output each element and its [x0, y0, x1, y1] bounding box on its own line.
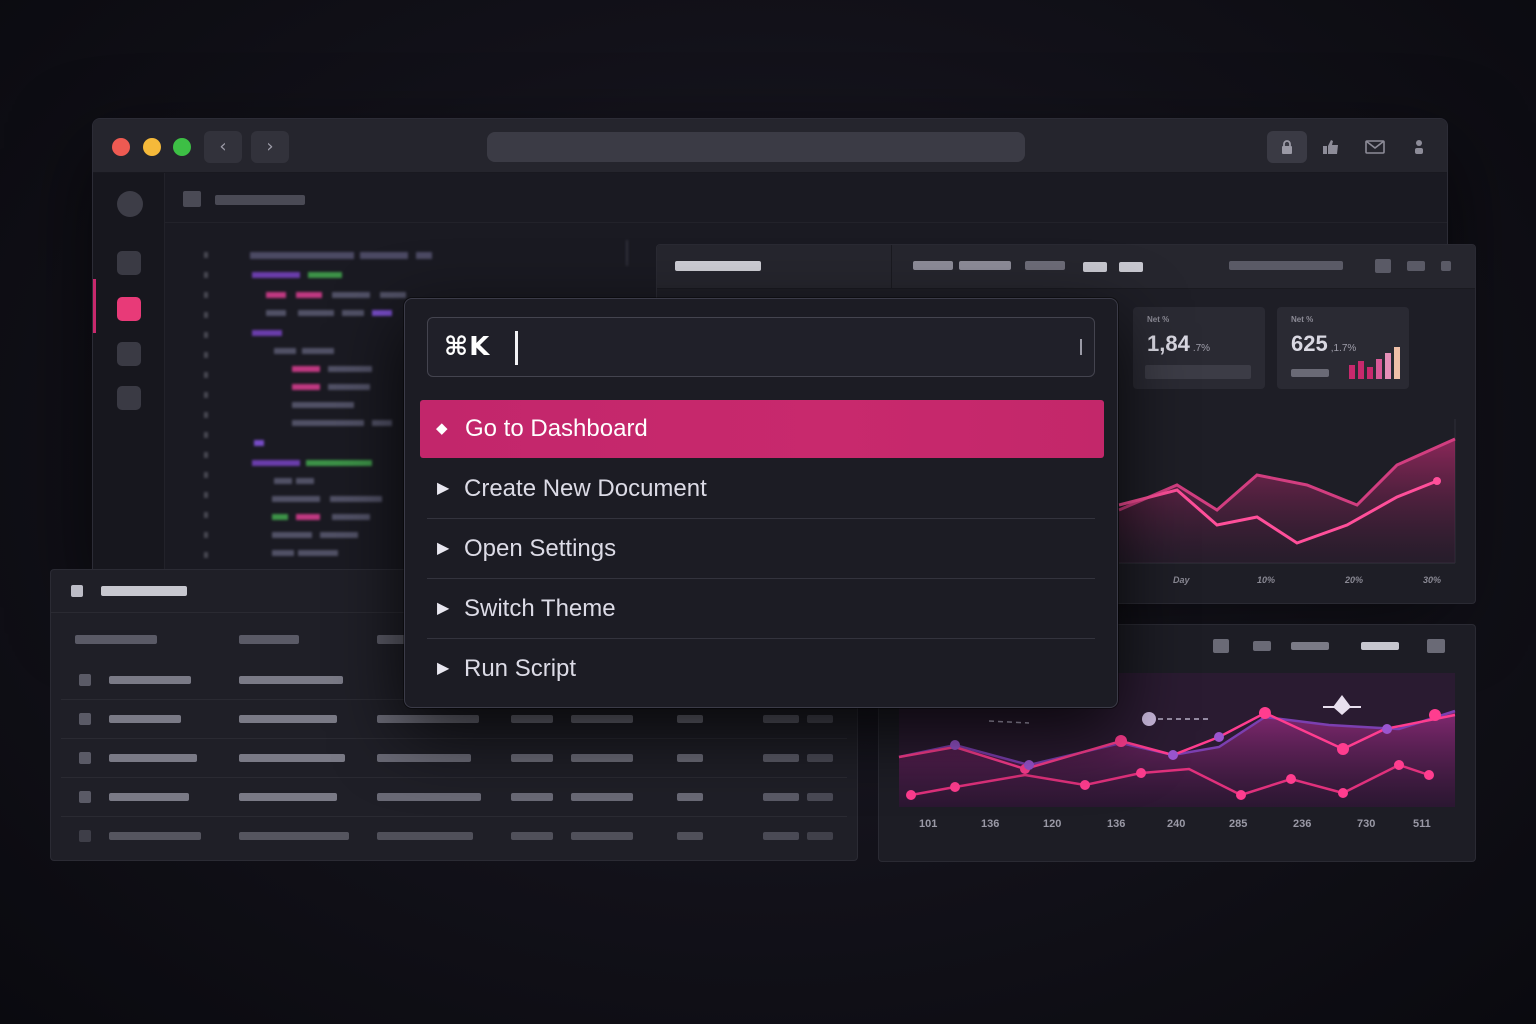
forward-button[interactable]: ›	[251, 131, 289, 163]
extensions-icon[interactable]	[117, 386, 141, 410]
column-header[interactable]	[75, 635, 157, 644]
sidebar	[93, 173, 165, 577]
search-icon[interactable]	[117, 342, 141, 366]
row-checkbox[interactable]	[79, 830, 91, 842]
tab-toggle-b[interactable]	[1119, 262, 1143, 272]
mail-icon	[1365, 140, 1385, 154]
x-tick-label: 101	[919, 818, 938, 830]
like-button[interactable]	[1311, 131, 1351, 163]
command-item-label: Go to Dashboard	[465, 415, 648, 442]
account-button[interactable]	[1399, 131, 1439, 163]
command-item-create-new-document[interactable]: ▶ Create New Document	[427, 459, 1095, 519]
maximize-window-button[interactable]	[173, 138, 191, 156]
command-item-run-script[interactable]: ▶ Run Script	[427, 639, 1095, 699]
dashboard-header	[657, 245, 1475, 289]
command-item-label: Switch Theme	[464, 595, 616, 622]
chart-legend-a	[1291, 642, 1329, 650]
x-tick-label: 730	[1357, 818, 1376, 830]
x-tick-label: 136	[1107, 818, 1126, 830]
play-icon: ▶	[437, 478, 450, 497]
play-icon: ▶	[437, 538, 450, 557]
command-item-switch-theme[interactable]: ▶ Switch Theme	[427, 579, 1095, 639]
file-icon	[183, 191, 201, 207]
column-header[interactable]	[377, 635, 407, 644]
chevron-left-icon: ‹	[219, 136, 227, 157]
shortcut-label: ⌘K	[444, 332, 491, 362]
grid-icon[interactable]	[1407, 261, 1425, 271]
command-item-go-to-dashboard[interactable]: ◆ Go to Dashboard	[420, 400, 1104, 458]
command-item-label: Open Settings	[464, 535, 617, 562]
command-item-open-settings[interactable]: ▶ Open Settings	[427, 519, 1095, 579]
active-indicator	[93, 279, 96, 333]
command-item-label: Create New Document	[464, 475, 707, 502]
mini-bar-chart	[1349, 347, 1400, 379]
row-checkbox[interactable]	[79, 752, 91, 764]
x-tick-label: 285	[1229, 818, 1248, 830]
stat-card-value: 1,84.7%	[1147, 331, 1211, 356]
chevron-right-icon: ›	[266, 136, 274, 157]
chart-toggle[interactable]	[1253, 641, 1271, 651]
command-search-box[interactable]: ⌘K	[427, 317, 1095, 377]
close-window-button[interactable]	[112, 138, 130, 156]
x-tick-label: 236	[1293, 818, 1312, 830]
row-checkbox[interactable]	[79, 713, 91, 725]
tab-toggle-a[interactable]	[1083, 262, 1107, 272]
stat-card-label: Net %	[1291, 315, 1314, 324]
x-tick-label: Day	[1173, 575, 1190, 585]
address-bar[interactable]	[487, 132, 1025, 162]
title-bar: ‹ ›	[93, 119, 1447, 173]
table-row[interactable]	[61, 778, 847, 817]
filter-icon[interactable]	[1375, 259, 1391, 273]
avatar[interactable]	[117, 191, 143, 217]
person-icon	[1415, 140, 1423, 154]
lock-icon	[1282, 140, 1292, 154]
table-icon	[71, 585, 83, 597]
tab-analytics[interactable]	[1025, 261, 1065, 270]
chart-more-icon[interactable]	[1427, 639, 1445, 653]
sidebar-item-active[interactable]	[117, 297, 141, 321]
diamond-icon: ◆	[436, 419, 448, 437]
x-tick-label: 10%	[1257, 575, 1276, 585]
play-icon: ▶	[437, 598, 450, 617]
dashboard-title	[675, 261, 761, 271]
stat-card-footer	[1145, 365, 1251, 379]
more-icon[interactable]	[1441, 261, 1451, 271]
command-search-input[interactable]	[524, 328, 1064, 368]
table-row[interactable]	[61, 817, 847, 856]
play-icon: ▶	[437, 658, 450, 677]
row-checkbox[interactable]	[79, 791, 91, 803]
thumbs-up-icon	[1323, 140, 1338, 154]
stat-card-label: Net %	[1147, 315, 1170, 324]
row-checkbox[interactable]	[79, 674, 91, 686]
x-tick-label: 511	[1413, 818, 1431, 830]
toolbar-row	[165, 173, 1447, 223]
minimize-window-button[interactable]	[143, 138, 161, 156]
tab-overview[interactable]	[913, 261, 953, 270]
command-item-label: Run Script	[464, 655, 577, 682]
mail-button[interactable]	[1355, 131, 1395, 163]
x-tick-label: 20%	[1345, 575, 1364, 585]
x-tick-label: 30%	[1423, 575, 1442, 585]
text-caret	[515, 331, 518, 365]
tab-title[interactable]	[215, 195, 305, 205]
stat-card-1: Net % 1,84.7%	[1133, 307, 1265, 389]
files-icon[interactable]	[117, 251, 141, 275]
table-title	[101, 586, 187, 596]
dashboard-search[interactable]	[1229, 261, 1343, 270]
column-header[interactable]	[239, 635, 299, 644]
lock-button[interactable]	[1267, 131, 1307, 163]
chart-filter-icon[interactable]	[1213, 639, 1229, 653]
table-row[interactable]	[61, 739, 847, 778]
input-scroll-indicator	[1080, 339, 1082, 355]
x-tick-label: 120	[1043, 818, 1062, 830]
command-palette: ⌘K ◆ Go to Dashboard ▶ Create New Docume…	[404, 298, 1118, 708]
back-button[interactable]: ‹	[204, 131, 242, 163]
stat-card-2: Net % 625,1.7%	[1277, 307, 1409, 389]
x-tick-label: 240	[1167, 818, 1186, 830]
tab-reports[interactable]	[959, 261, 1011, 270]
chart-legend-b	[1361, 642, 1399, 650]
stat-card-footer	[1291, 369, 1329, 377]
x-tick-label: 136	[981, 818, 1000, 830]
